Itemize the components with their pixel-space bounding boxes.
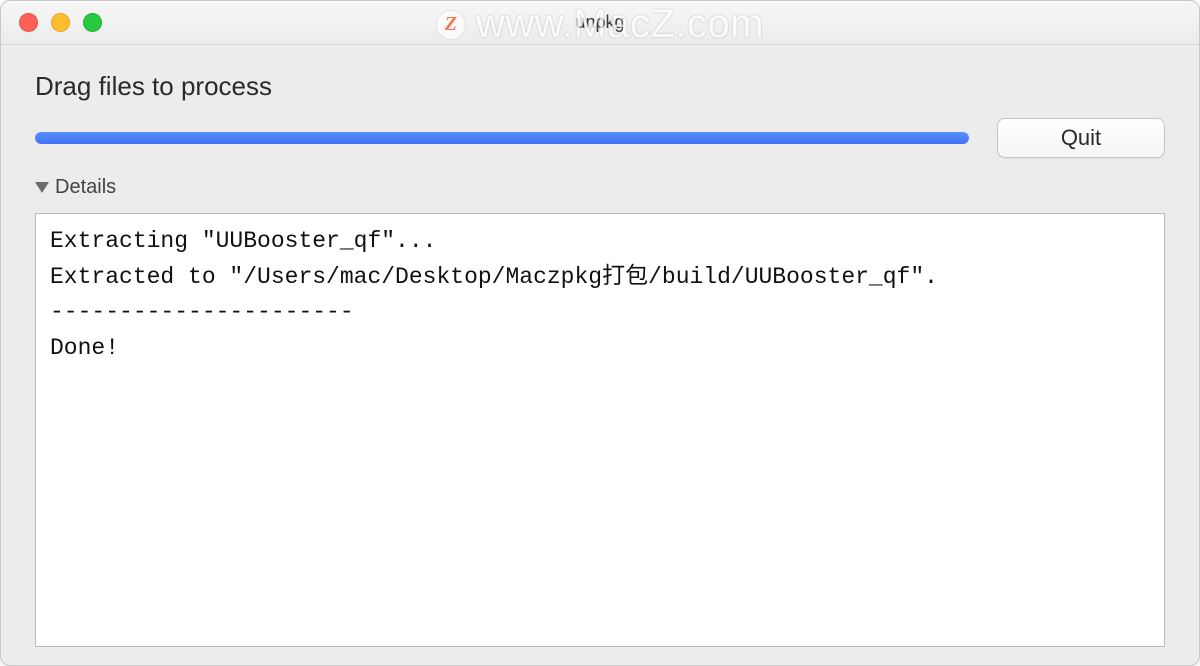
progress-row: Quit xyxy=(35,118,1165,158)
titlebar: unpkg xyxy=(1,1,1199,45)
progress-bar xyxy=(35,132,969,144)
zoom-icon[interactable] xyxy=(83,13,102,32)
close-icon[interactable] xyxy=(19,13,38,32)
window-title: unpkg xyxy=(575,12,624,33)
details-label: Details xyxy=(55,176,116,199)
content-area[interactable]: Drag files to process Quit Details Extra… xyxy=(1,45,1199,665)
drop-prompt: Drag files to process xyxy=(35,71,1165,102)
progress-fill xyxy=(35,132,969,144)
details-disclosure[interactable]: Details xyxy=(35,176,1165,199)
window-controls xyxy=(19,13,102,32)
app-window: unpkg Drag files to process Quit Details… xyxy=(0,0,1200,666)
log-output[interactable]: Extracting "UUBooster_qf"... Extracted t… xyxy=(35,213,1165,647)
chevron-down-icon xyxy=(35,182,49,193)
quit-button[interactable]: Quit xyxy=(997,118,1165,158)
minimize-icon[interactable] xyxy=(51,13,70,32)
